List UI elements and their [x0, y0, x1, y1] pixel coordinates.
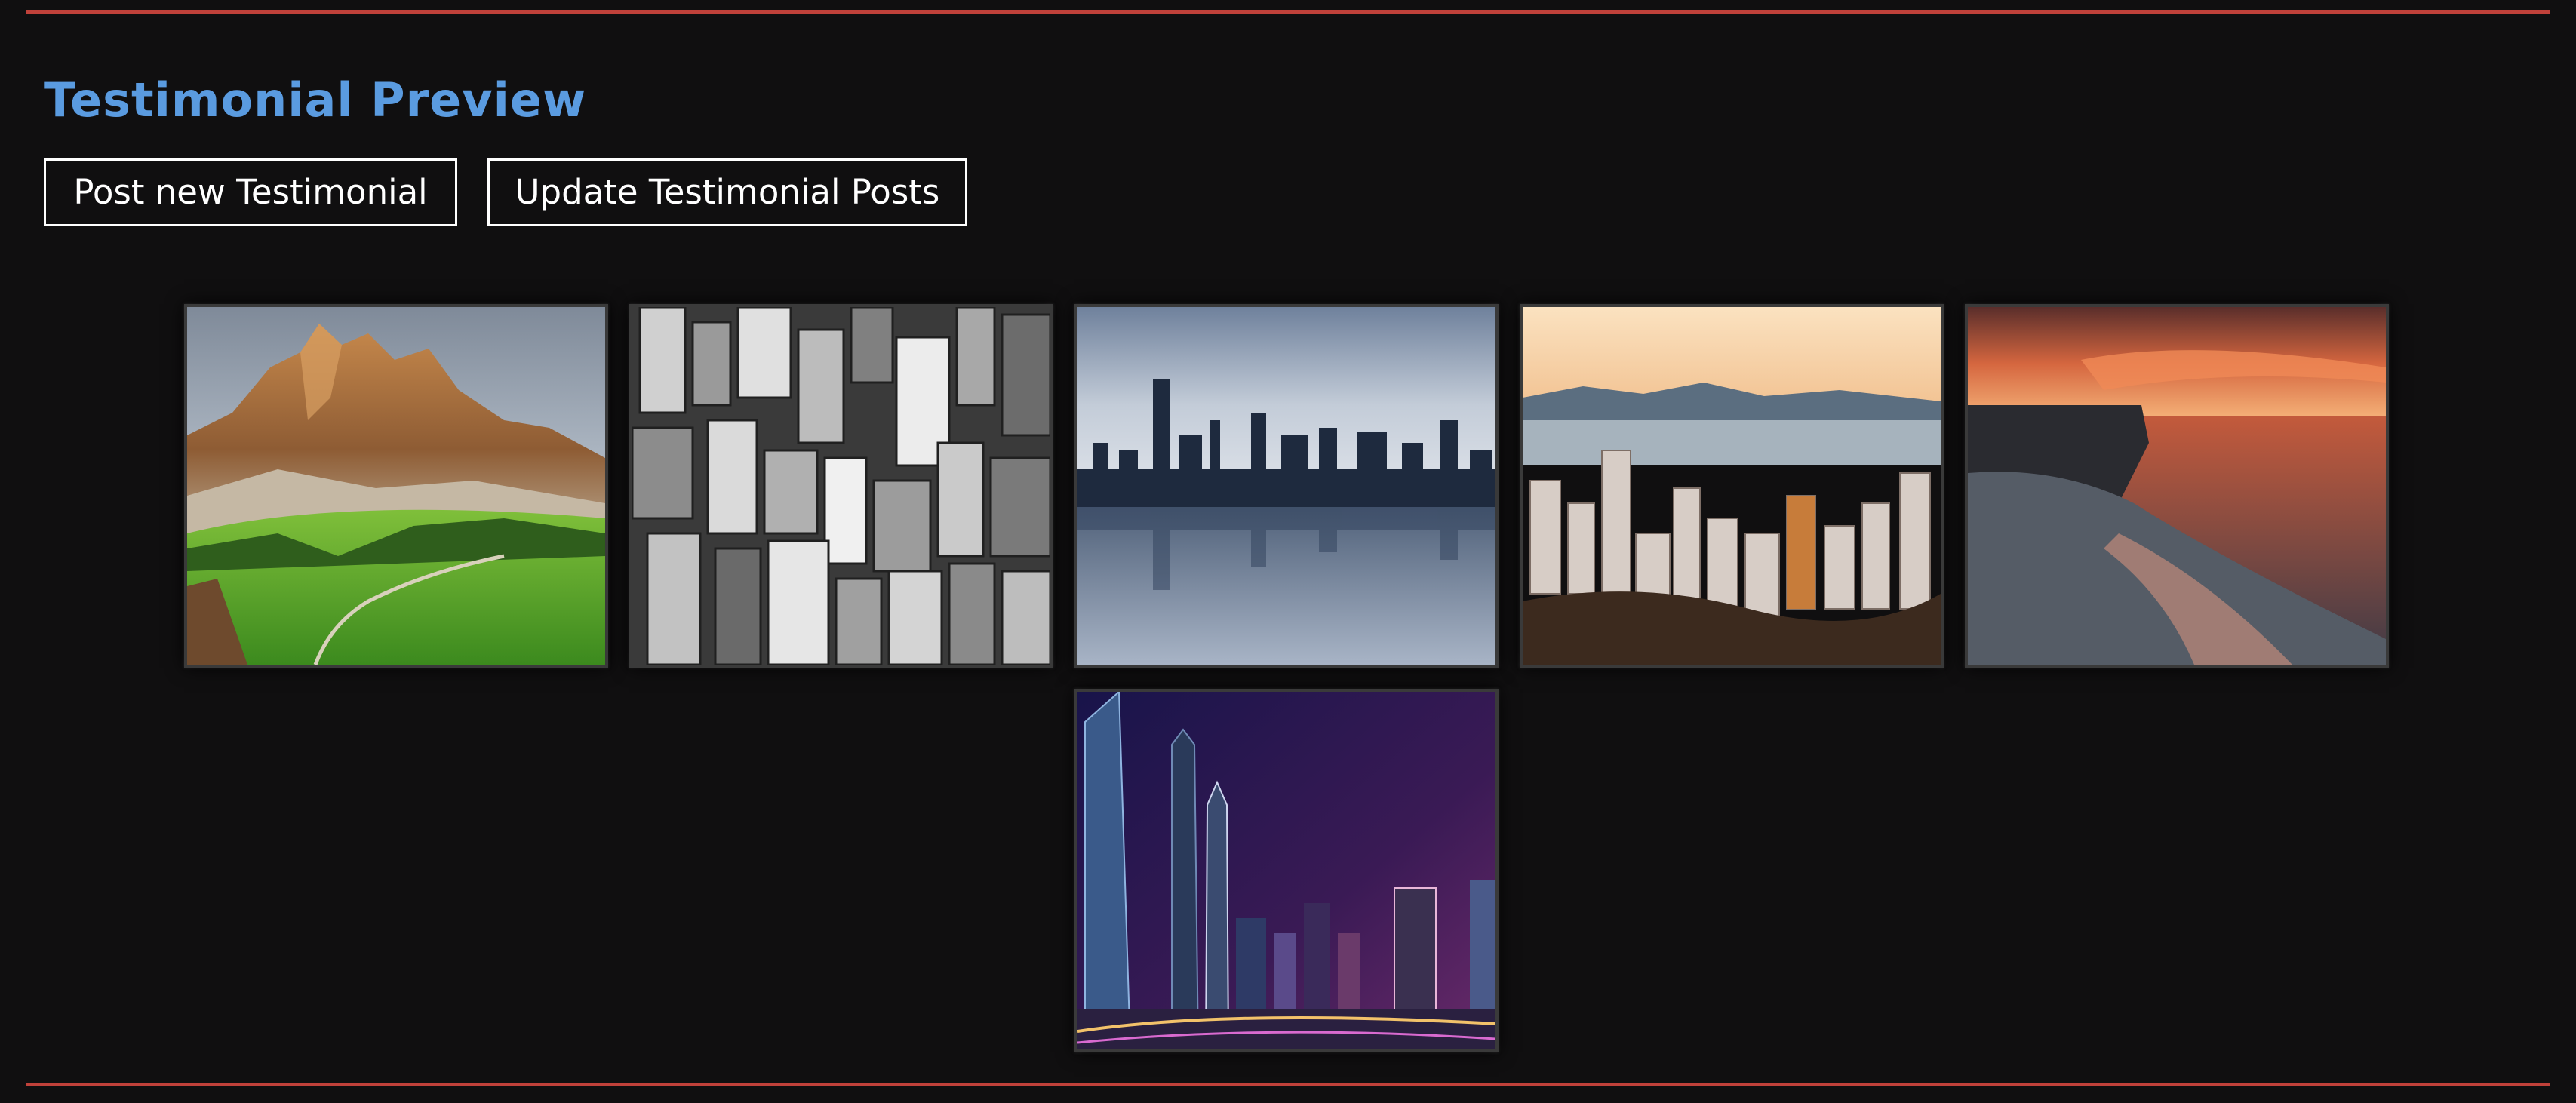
sunset-sea-cliff-image	[1968, 307, 2386, 665]
shanghai-night-image	[1077, 692, 1495, 1049]
top-divider	[26, 10, 2550, 14]
hong-kong-harbour-image	[1523, 307, 1941, 665]
gallery-image-city-aerial[interactable]	[629, 304, 1053, 668]
gallery-image-skyline-reflection[interactable]	[1074, 304, 1499, 668]
skyline-reflection-image	[1077, 307, 1495, 665]
testimonial-preview-page: Testimonial Preview Post new Testimonial…	[0, 0, 2576, 1103]
gallery-image-hong-kong-harbour[interactable]	[1520, 304, 1944, 668]
city-aerial-image	[632, 307, 1050, 665]
page-title: Testimonial Preview	[44, 72, 587, 128]
post-new-testimonial-button[interactable]: Post new Testimonial	[44, 158, 457, 226]
bottom-divider	[26, 1083, 2550, 1086]
mountain-meadow-image	[187, 307, 605, 665]
update-testimonial-posts-button[interactable]: Update Testimonial Posts	[487, 158, 967, 226]
gallery-image-shanghai-night[interactable]	[1074, 689, 1499, 1052]
gallery-image-mountain-meadow[interactable]	[184, 304, 608, 668]
gallery-image-sunset-sea-cliff[interactable]	[1965, 304, 2389, 668]
